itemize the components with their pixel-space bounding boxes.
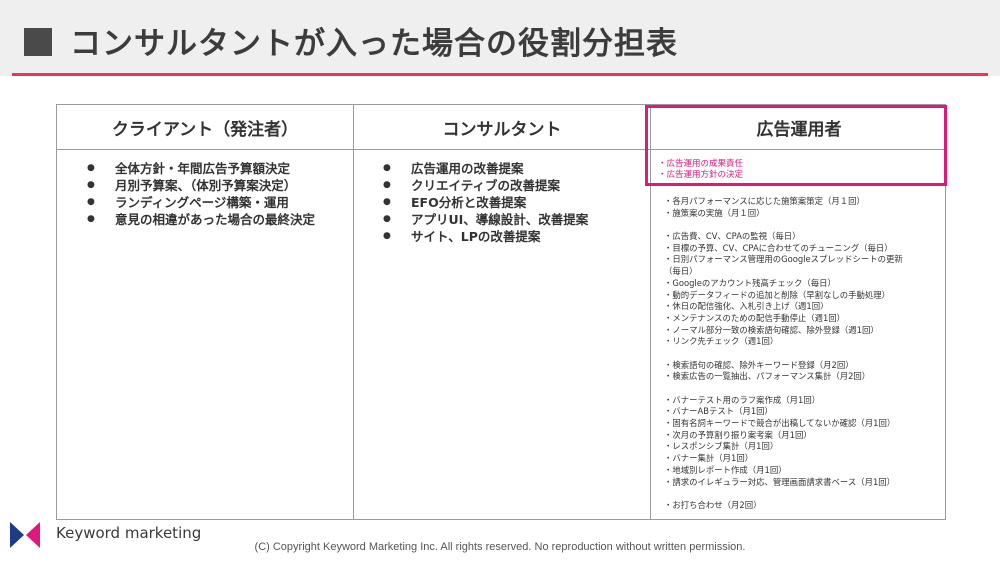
page-title: コンサルタントが入った場合の役割分担表 — [70, 26, 678, 62]
title-underline — [12, 73, 988, 76]
task-item: ・休日の配信強化、入札引き上げ（週1回） — [664, 301, 829, 312]
task-item: ・固有名詞キーワードで競合が出稿してないか確認（月1回） — [664, 418, 896, 429]
highlight-box — [645, 105, 947, 186]
task-item: ・日別パフォーマンス管理用のGoogleスプレッドシートの更新 — [664, 254, 903, 265]
task-item: ・各月パフォーマンスに応じた施策案策定（月１回） — [664, 196, 865, 206]
task-item: ・バナーABテスト（月1回） — [664, 406, 773, 417]
header-consultant: コンサルタント — [442, 119, 562, 140]
client-role-list: 全体方針・年間広告予算額決定 月別予算案、（体別予算案決定） ランディングページ… — [87, 160, 315, 228]
list-item: サイト、LPの改善提案 — [383, 228, 588, 245]
list-item: ランディングページ構築・運用 — [87, 194, 315, 211]
operator-task-list: ・各月パフォーマンスに応じた施策案策定（月１回） ・施策案の実施（月１回） ・広告費… — [664, 196, 903, 512]
task-spacer — [664, 488, 903, 500]
task-item: ・リンク先チェック（週1回） — [664, 336, 779, 347]
consultant-role-list: 広告運用の改善提案 クリエイティブの改善提案 EFO分析と改善提案 アプリUI、… — [383, 160, 588, 245]
task-item: ・検索語句の確認、除外キーワード登録（月2回） — [664, 359, 854, 370]
company-logo-text: Keyword marketing — [56, 524, 202, 542]
task-item: ・メンテナンスのための配信手動停止（週1回） — [664, 312, 846, 323]
task-item: ・次月の予算割り振り案考案（月1回） — [664, 429, 812, 440]
header-client: クライアント（発注者） — [111, 119, 299, 140]
title-square-icon — [24, 28, 52, 56]
column-divider — [353, 105, 354, 519]
copyright-notice: (C) Copyright Keyword Marketing Inc. All… — [254, 541, 746, 553]
task-spacer — [664, 348, 903, 360]
task-item: ・検索広告の一覧抽出、パフォーマンス集計（月2回） — [664, 371, 871, 382]
task-item: ・動的データフィードの追加と削除（早割なしの手動処理） — [664, 289, 890, 300]
task-item: （毎日） — [664, 266, 698, 277]
list-item: アプリUI、導線設計、改善提案 — [383, 211, 588, 228]
task-item: ・施策案の実施（月１回） — [664, 207, 765, 218]
task-item: ・Googleのアカウント残高チェック（毎日） — [664, 277, 836, 288]
task-item: ・請求のイレギュラー対応、管理画面請求書ベース（月1回） — [664, 476, 896, 487]
title-bar: コンサルタントが入った場合の役割分担表 — [0, 0, 1000, 76]
task-item: ・お打ち合わせ（月2回） — [664, 499, 762, 510]
task-item: ・地域別レポート作成（月1回） — [664, 464, 787, 475]
task-item: ・広告費、CV、CPAの監視（毎日） — [664, 231, 801, 242]
task-item: ・目標の予算、CV、CPAに合わせてのチューニング（毎日） — [664, 242, 893, 253]
task-item: ・ノーマル部分一致の検索語句確認、除外登録（週1回） — [664, 324, 879, 335]
list-item: 広告運用の改善提案 — [383, 160, 588, 177]
list-item: クリエイティブの改善提案 — [383, 177, 588, 194]
list-item: 全体方針・年間広告予算額決定 — [87, 160, 315, 177]
list-item: EFO分析と改善提案 — [383, 194, 588, 211]
task-item: ・バナーテスト用のラフ案作成（月1回） — [664, 394, 821, 405]
task-spacer — [664, 219, 903, 231]
list-item: 月別予算案、（体別予算案決定） — [87, 177, 315, 194]
task-spacer — [664, 383, 903, 395]
list-item: 意見の相違があった場合の最終決定 — [87, 211, 315, 228]
task-item: ・バナー集計（月1回） — [664, 453, 754, 464]
task-item: ・レスポンシブ集計（月1回） — [664, 441, 779, 452]
